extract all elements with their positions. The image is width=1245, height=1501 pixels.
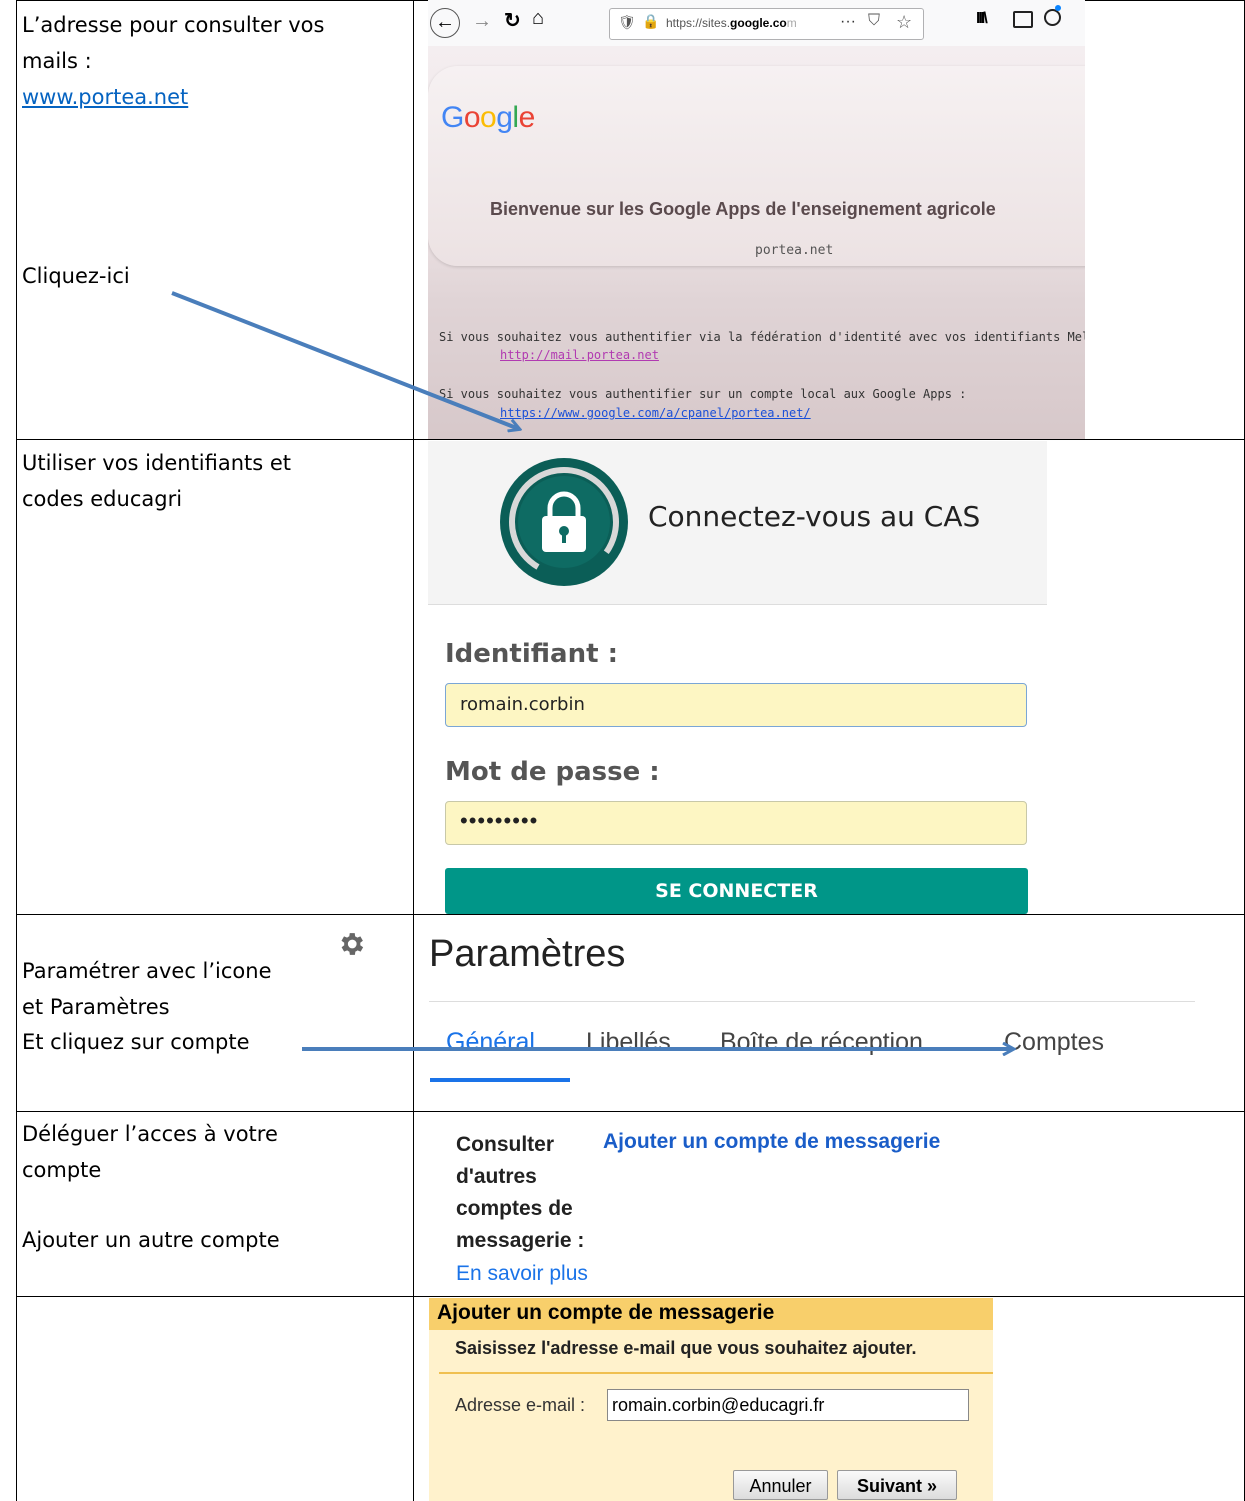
row1-text-line2: mails : (22, 49, 92, 73)
google-logo-letter: g (496, 101, 513, 134)
shield-icon: 🛡 (618, 14, 636, 30)
cancel-button[interactable]: Annuler (733, 1470, 828, 1500)
google-logo-letter: o (463, 101, 481, 134)
auth-federation-text: Si vous souhaitez vous authentifier via … (439, 330, 1085, 344)
google-logo: Google (441, 101, 535, 135)
sidebar-icon[interactable] (1013, 11, 1033, 28)
settings-divider (429, 1001, 1195, 1002)
settings-title: Paramètres (429, 933, 626, 975)
label-line: Consulter (456, 1133, 555, 1156)
auth-local-text: Si vous souhaitez vous authentifier sur … (439, 387, 967, 401)
cas-lock-icon (500, 458, 628, 586)
row2-text-line1: Utiliser vos identifiants et (22, 451, 292, 475)
row3-text-line1: Paramétrer avec l’icone (22, 959, 272, 983)
dialog-divider (439, 1372, 993, 1374)
reload-icon[interactable]: ↻ (504, 8, 521, 33)
table-border-left (16, 0, 17, 1501)
password-label: Mot de passe : (445, 757, 660, 787)
add-account-dialog-body: Saisissez l'adresse e-mail que vous souh… (429, 1330, 993, 1501)
check-other-accounts-label: Consulter d'autres comptes de messagerie… (456, 1129, 584, 1257)
username-value: romain.corbin (460, 694, 585, 715)
cas-header: Connectez-vous au CAS (428, 441, 1047, 605)
tab-labels[interactable]: Libellés (586, 1028, 671, 1057)
login-button[interactable]: SE CONNECTER (445, 868, 1028, 914)
click-here-label: Cliquez-ici (22, 264, 130, 288)
row4-text-line2: compte (22, 1158, 102, 1182)
row-divider-1 (16, 439, 1245, 440)
row-divider-3 (16, 1111, 1245, 1112)
more-icon[interactable]: ··· (840, 13, 856, 31)
dialog-title: Ajouter un compte de messagerie (437, 1301, 775, 1324)
password-value: ••••••••• (460, 808, 539, 833)
star-icon[interactable]: ☆ (896, 12, 912, 33)
username-input[interactable]: romain.corbin (445, 683, 1027, 727)
account-icon[interactable] (1044, 5, 1061, 26)
email-label: Adresse e-mail : (455, 1395, 586, 1415)
row3-text-line2: et Paramètres (22, 995, 170, 1019)
label-line: d'autres (456, 1165, 537, 1188)
browser-toolbar: ← → ↻ ⌂ 🛡 🔒 https://sites.google.com ···… (428, 0, 1085, 47)
tab-inbox[interactable]: Boîte de réception (720, 1028, 923, 1057)
lock-icon: 🔒 (642, 13, 660, 29)
mail-portea-link[interactable]: http://mail.portea.net (500, 348, 659, 362)
row4-text-line3: Ajouter un autre compte (22, 1228, 280, 1252)
back-button[interactable]: ← (430, 8, 460, 38)
next-button[interactable]: Suivant » (837, 1470, 957, 1500)
url-text: https://sites.google.com (666, 16, 797, 30)
label-line: messagerie : (456, 1229, 585, 1252)
tab-general-underline (430, 1078, 570, 1082)
label-line: comptes de (456, 1197, 573, 1220)
google-logo-letter: G (441, 101, 464, 134)
pocket-icon[interactable]: ⛉ (868, 12, 880, 30)
row3-text-line3: Et cliquez sur compte (22, 1030, 250, 1054)
back-arrow-icon: ← (435, 11, 455, 33)
google-logo-letter: e (518, 101, 536, 134)
add-account-link[interactable]: Ajouter un compte de messagerie (603, 1130, 940, 1154)
site-name: portea.net (755, 243, 834, 258)
settings-gear-icon (336, 929, 366, 964)
add-account-dialog-header: Ajouter un compte de messagerie (429, 1298, 993, 1330)
row1-text-line1: L’adresse pour consulter vos (22, 13, 325, 37)
password-input[interactable]: ••••••••• (445, 801, 1027, 845)
forward-icon[interactable]: → (472, 10, 492, 33)
home-icon[interactable]: ⌂ (532, 7, 544, 30)
row4-text-line1: Déléguer l’acces à votre (22, 1122, 278, 1146)
cpanel-link[interactable]: https://www.google.com/a/cpanel/portea.n… (500, 406, 811, 420)
library-icon[interactable]: III\ (976, 10, 988, 28)
tab-accounts[interactable]: Comptes (1004, 1028, 1104, 1057)
learn-more-link[interactable]: En savoir plus (456, 1262, 588, 1286)
row-divider-2 (16, 914, 1245, 915)
email-value: romain.corbin@educagri.fr (612, 1395, 825, 1415)
portea-link[interactable]: www.portea.net (22, 80, 188, 114)
username-label: Identifiant : (445, 639, 618, 669)
email-input[interactable]: romain.corbin@educagri.fr (607, 1389, 969, 1421)
table-divider-vertical (413, 0, 414, 1501)
cas-title: Connectez-vous au CAS (648, 500, 981, 533)
welcome-heading: Bienvenue sur les Google Apps de l'ensei… (490, 199, 996, 219)
dialog-prompt: Saisissez l'adresse e-mail que vous souh… (455, 1338, 917, 1358)
google-logo-letter: o (480, 101, 497, 134)
tab-general[interactable]: Général (446, 1028, 535, 1057)
row2-text-line2: codes educagri (22, 487, 183, 511)
address-bar[interactable]: 🛡 🔒 https://sites.google.com ··· ⛉ ☆ (609, 8, 924, 40)
welcome-card (428, 66, 1085, 266)
google-sites-page: Google Bienvenue sur les Google Apps de … (428, 46, 1085, 439)
row-divider-4 (16, 1296, 1245, 1297)
